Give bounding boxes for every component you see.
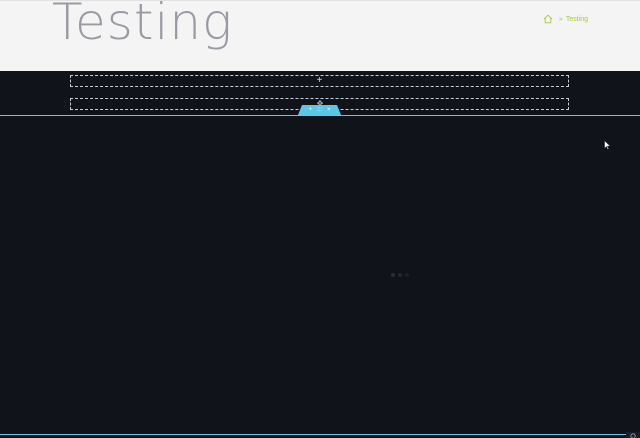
- breadcrumb-current[interactable]: Testing: [566, 16, 588, 23]
- move-icon[interactable]: ✥: [316, 100, 324, 108]
- settings-corner-widget[interactable]: [626, 432, 640, 438]
- plus-icon[interactable]: +: [317, 76, 323, 86]
- section-outline-bottom: [0, 434, 640, 435]
- loading-dot: [391, 273, 395, 277]
- loading-dot: [405, 273, 409, 277]
- add-section-dropzone[interactable]: +: [70, 75, 569, 87]
- page: Testing » Testing + + ::: × ✥: [0, 0, 640, 438]
- add-section-icon[interactable]: +: [308, 107, 312, 113]
- breadcrumb-separator: »: [558, 15, 563, 23]
- page-title: Testing: [52, 0, 234, 51]
- loading-dot: [398, 273, 402, 277]
- page-header: Testing » Testing: [0, 0, 640, 71]
- delete-section-icon[interactable]: ×: [327, 107, 331, 113]
- section-outline-top: [0, 115, 640, 116]
- home-icon[interactable]: [543, 14, 553, 24]
- breadcrumb: » Testing: [543, 14, 588, 24]
- loading-indicator: [391, 273, 409, 277]
- mouse-pointer-icon: [604, 140, 611, 150]
